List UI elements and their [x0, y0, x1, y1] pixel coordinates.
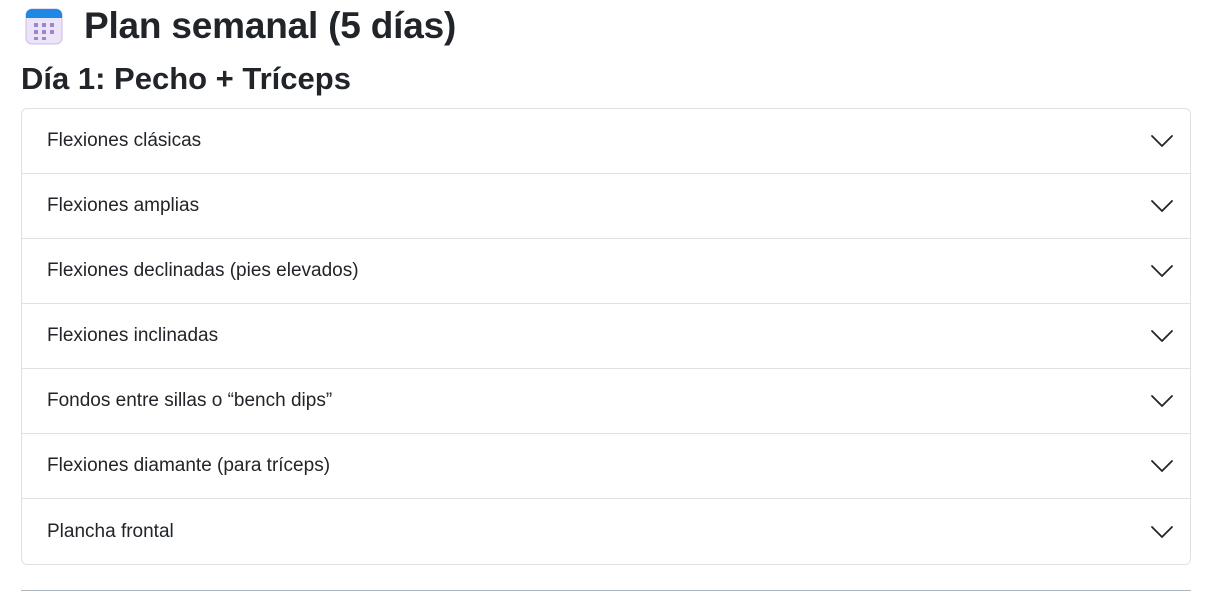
accordion-item-label: Fondos entre sillas o “bench dips” — [47, 390, 333, 411]
accordion-item-plancha-frontal[interactable]: Plancha frontal — [22, 499, 1190, 564]
accordion-item-label: Flexiones clásicas — [47, 130, 202, 151]
accordion-item-flexiones-amplias[interactable]: Flexiones amplias — [22, 174, 1190, 239]
day-title: Día 1: Pecho + Tríceps — [21, 61, 351, 96]
page-header: Plan semanal (5 días) — [24, 4, 456, 48]
page-title: Plan semanal (5 días) — [84, 5, 457, 46]
accordion-item-label: Flexiones inclinadas — [47, 325, 219, 346]
chevron-down-icon[interactable] — [1150, 389, 1174, 413]
chevron-down-icon[interactable] — [1150, 324, 1174, 348]
exercise-accordion: Flexiones clásicas Flexiones amplias Fle… — [21, 108, 1191, 565]
accordion-item-flexiones-diamante[interactable]: Flexiones diamante (para tríceps) — [22, 434, 1190, 499]
chevron-down-icon[interactable] — [1150, 259, 1174, 283]
accordion-item-label: Flexiones amplias — [47, 195, 200, 216]
page: Plan semanal (5 días) Día 1: Pecho + Trí… — [0, 0, 1211, 596]
chevron-down-icon[interactable] — [1150, 194, 1174, 218]
accordion-item-label: Flexiones diamante (para tríceps) — [47, 455, 331, 476]
chevron-down-icon[interactable] — [1150, 520, 1174, 544]
accordion-item-label: Flexiones declinadas (pies elevados) — [47, 260, 359, 281]
accordion-item-flexiones-inclinadas[interactable]: Flexiones inclinadas — [22, 304, 1190, 369]
accordion-item-label: Plancha frontal — [47, 520, 174, 542]
chevron-down-icon[interactable] — [1150, 129, 1174, 153]
accordion-item-fondos-entre-sillas[interactable]: Fondos entre sillas o “bench dips” — [22, 369, 1190, 434]
calendar-icon — [25, 8, 63, 45]
chevron-down-icon[interactable] — [1150, 454, 1174, 478]
section-divider — [21, 590, 1191, 591]
accordion-item-flexiones-declinadas[interactable]: Flexiones declinadas (pies elevados) — [22, 239, 1190, 304]
accordion-item-flexiones-clasicas[interactable]: Flexiones clásicas — [22, 109, 1190, 174]
